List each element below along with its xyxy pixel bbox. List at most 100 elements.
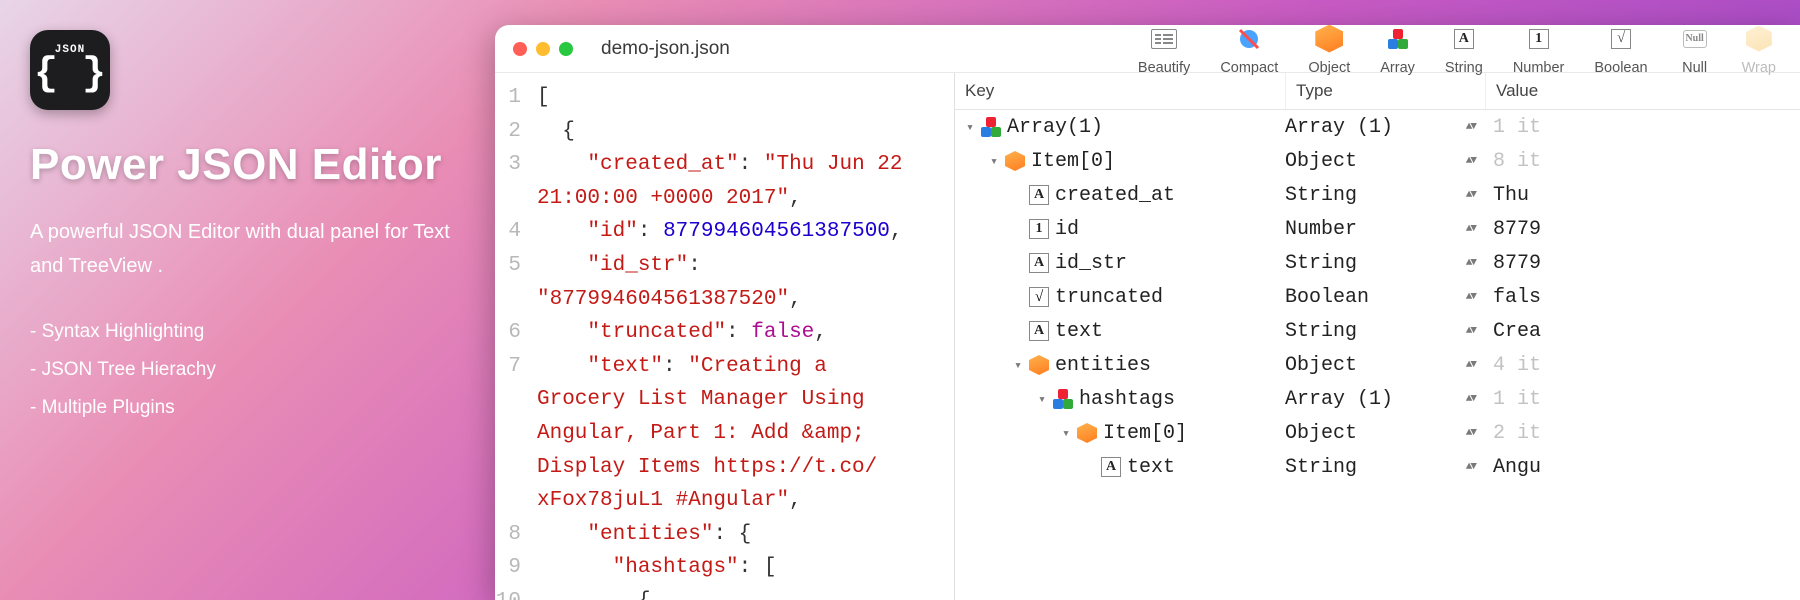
tree-type: String	[1285, 252, 1357, 275]
tree-type: Number	[1285, 218, 1357, 241]
string-icon: A	[1029, 321, 1049, 341]
type-stepper-icon[interactable]: ▲▼	[1466, 359, 1475, 371]
array-button[interactable]: Array	[1380, 25, 1415, 76]
wrap-button[interactable]: Wrap	[1742, 25, 1776, 76]
close-icon[interactable]	[513, 42, 527, 56]
boolean-icon: √	[1029, 287, 1049, 307]
disclosure-icon[interactable]: ▾	[1011, 358, 1025, 373]
tree-key: Array(1)	[1007, 116, 1103, 139]
window-title: demo-json.json	[601, 38, 730, 60]
tree-row[interactable]: ▾ Item[0] Object ▲▼ 8 it	[955, 144, 1800, 178]
promo-features: - Syntax Highlighting - JSON Tree Hierac…	[30, 313, 470, 427]
tree-key: created_at	[1055, 184, 1175, 207]
tree-row[interactable]: ▾ Array(1) Array (1) ▲▼ 1 it	[955, 110, 1800, 144]
tree-row[interactable]: ▾ entities Object ▲▼ 4 it	[955, 348, 1800, 382]
type-stepper-icon[interactable]: ▲▼	[1466, 393, 1475, 405]
tree-row[interactable]: ▾Atext String ▲▼ Crea	[955, 314, 1800, 348]
type-stepper-icon[interactable]: ▲▼	[1466, 427, 1475, 439]
type-stepper-icon[interactable]: ▲▼	[1466, 121, 1475, 133]
tree-type: Object	[1285, 354, 1357, 377]
number-button[interactable]: 1 Number	[1513, 25, 1565, 76]
tree-value[interactable]: Crea	[1485, 320, 1800, 343]
array-icon	[1053, 389, 1073, 409]
tree-value[interactable]: fals	[1485, 286, 1800, 309]
compact-icon	[1232, 25, 1266, 56]
app-icon-label: JSON	[55, 44, 85, 56]
line-gutter: 123 45 67 8910	[495, 73, 529, 600]
string-icon: A	[1101, 457, 1121, 477]
compact-button[interactable]: Compact	[1220, 25, 1278, 76]
tree-row[interactable]: ▾Item[0] Object ▲▼ 2 it	[955, 416, 1800, 450]
boolean-button[interactable]: √ Boolean	[1594, 25, 1647, 76]
minimize-icon[interactable]	[536, 42, 550, 56]
tree-key: truncated	[1055, 286, 1163, 309]
tree-view: Key Type Value ▾ Array(1) Array (1) ▲▼ 1 …	[955, 73, 1800, 600]
toolbar: Beautify Compact Object Array A	[1138, 25, 1782, 76]
maximize-icon[interactable]	[559, 42, 573, 56]
app-icon: JSON { }	[30, 30, 110, 110]
type-stepper-icon[interactable]: ▲▼	[1466, 257, 1475, 269]
tree-type: Array (1)	[1285, 388, 1393, 411]
promo-panel: JSON { } Power JSON Editor A powerful JS…	[30, 30, 470, 427]
tree-value[interactable]: 4 it	[1485, 354, 1800, 377]
null-button[interactable]: Null Null	[1678, 25, 1712, 76]
tree-type: Array (1)	[1285, 116, 1393, 139]
null-icon: Null	[1678, 25, 1712, 56]
type-stepper-icon[interactable]: ▲▼	[1466, 189, 1475, 201]
type-stepper-icon[interactable]: ▲▼	[1466, 223, 1475, 235]
tree-row[interactable]: ▾Aid_str String ▲▼ 8779	[955, 246, 1800, 280]
disclosure-icon[interactable]: ▾	[963, 120, 977, 135]
tree-row[interactable]: ▾Acreated_at String ▲▼ Thu	[955, 178, 1800, 212]
tree-row[interactable]: ▾1id Number ▲▼ 8779	[955, 212, 1800, 246]
tree-key: id	[1055, 218, 1079, 241]
tree-row[interactable]: ▾Atext String ▲▼ Angu	[955, 450, 1800, 484]
tree-key: entities	[1055, 354, 1151, 377]
tree-row[interactable]: ▾hashtags Array (1) ▲▼ 1 it	[955, 382, 1800, 416]
tree-value[interactable]: 8 it	[1485, 150, 1800, 173]
beautify-icon	[1147, 25, 1181, 56]
tree-row[interactable]: ▾√truncated Boolean ▲▼ fals	[955, 280, 1800, 314]
feature-item: - Syntax Highlighting	[30, 313, 470, 351]
beautify-button[interactable]: Beautify	[1138, 25, 1190, 76]
boolean-icon: √	[1604, 25, 1638, 56]
string-button[interactable]: A String	[1445, 25, 1483, 76]
object-button[interactable]: Object	[1308, 25, 1350, 76]
col-type[interactable]: Type	[1285, 73, 1485, 109]
array-icon	[981, 117, 1001, 137]
string-icon: A	[1029, 253, 1049, 273]
tree-value[interactable]: 8779	[1485, 252, 1800, 275]
type-stepper-icon[interactable]: ▲▼	[1466, 291, 1475, 303]
col-key[interactable]: Key	[955, 73, 1285, 109]
disclosure-icon[interactable]: ▾	[1035, 392, 1049, 407]
tree-type: Object	[1285, 150, 1357, 173]
app-window: demo-json.json Beautify Compact Object	[495, 25, 1800, 600]
string-icon: A	[1029, 185, 1049, 205]
object-icon	[1029, 355, 1049, 375]
promo-title: Power JSON Editor	[30, 140, 470, 190]
type-stepper-icon[interactable]: ▲▼	[1466, 155, 1475, 167]
tree-value[interactable]: 8779	[1485, 218, 1800, 241]
tree-key: Item[0]	[1031, 150, 1115, 173]
tree-type: Object	[1285, 422, 1357, 445]
disclosure-icon[interactable]: ▾	[1059, 426, 1073, 441]
tree-type: String	[1285, 320, 1357, 343]
code-editor[interactable]: 123 45 67 8910 [ { "created_at": "Thu Ju…	[495, 73, 955, 600]
tree-type: String	[1285, 184, 1357, 207]
object-icon	[1312, 25, 1346, 56]
tree-value[interactable]: 2 it	[1485, 422, 1800, 445]
tree-value[interactable]: 1 it	[1485, 388, 1800, 411]
feature-item: - JSON Tree Hierachy	[30, 351, 470, 389]
traffic-lights	[513, 42, 573, 56]
tree-value[interactable]: Angu	[1485, 456, 1800, 479]
tree-value[interactable]: 1 it	[1485, 116, 1800, 139]
tree-key: id_str	[1055, 252, 1127, 275]
tree-value[interactable]: Thu	[1485, 184, 1800, 207]
feature-item: - Multiple Plugins	[30, 389, 470, 427]
code-text[interactable]: [ { "created_at": "Thu Jun 22 21:00:00 +…	[529, 73, 954, 600]
disclosure-icon[interactable]: ▾	[987, 154, 1001, 169]
object-icon	[1005, 151, 1025, 171]
type-stepper-icon[interactable]: ▲▼	[1466, 325, 1475, 337]
col-value[interactable]: Value	[1485, 73, 1800, 109]
type-stepper-icon[interactable]: ▲▼	[1466, 461, 1475, 473]
braces-icon: { }	[34, 55, 106, 95]
